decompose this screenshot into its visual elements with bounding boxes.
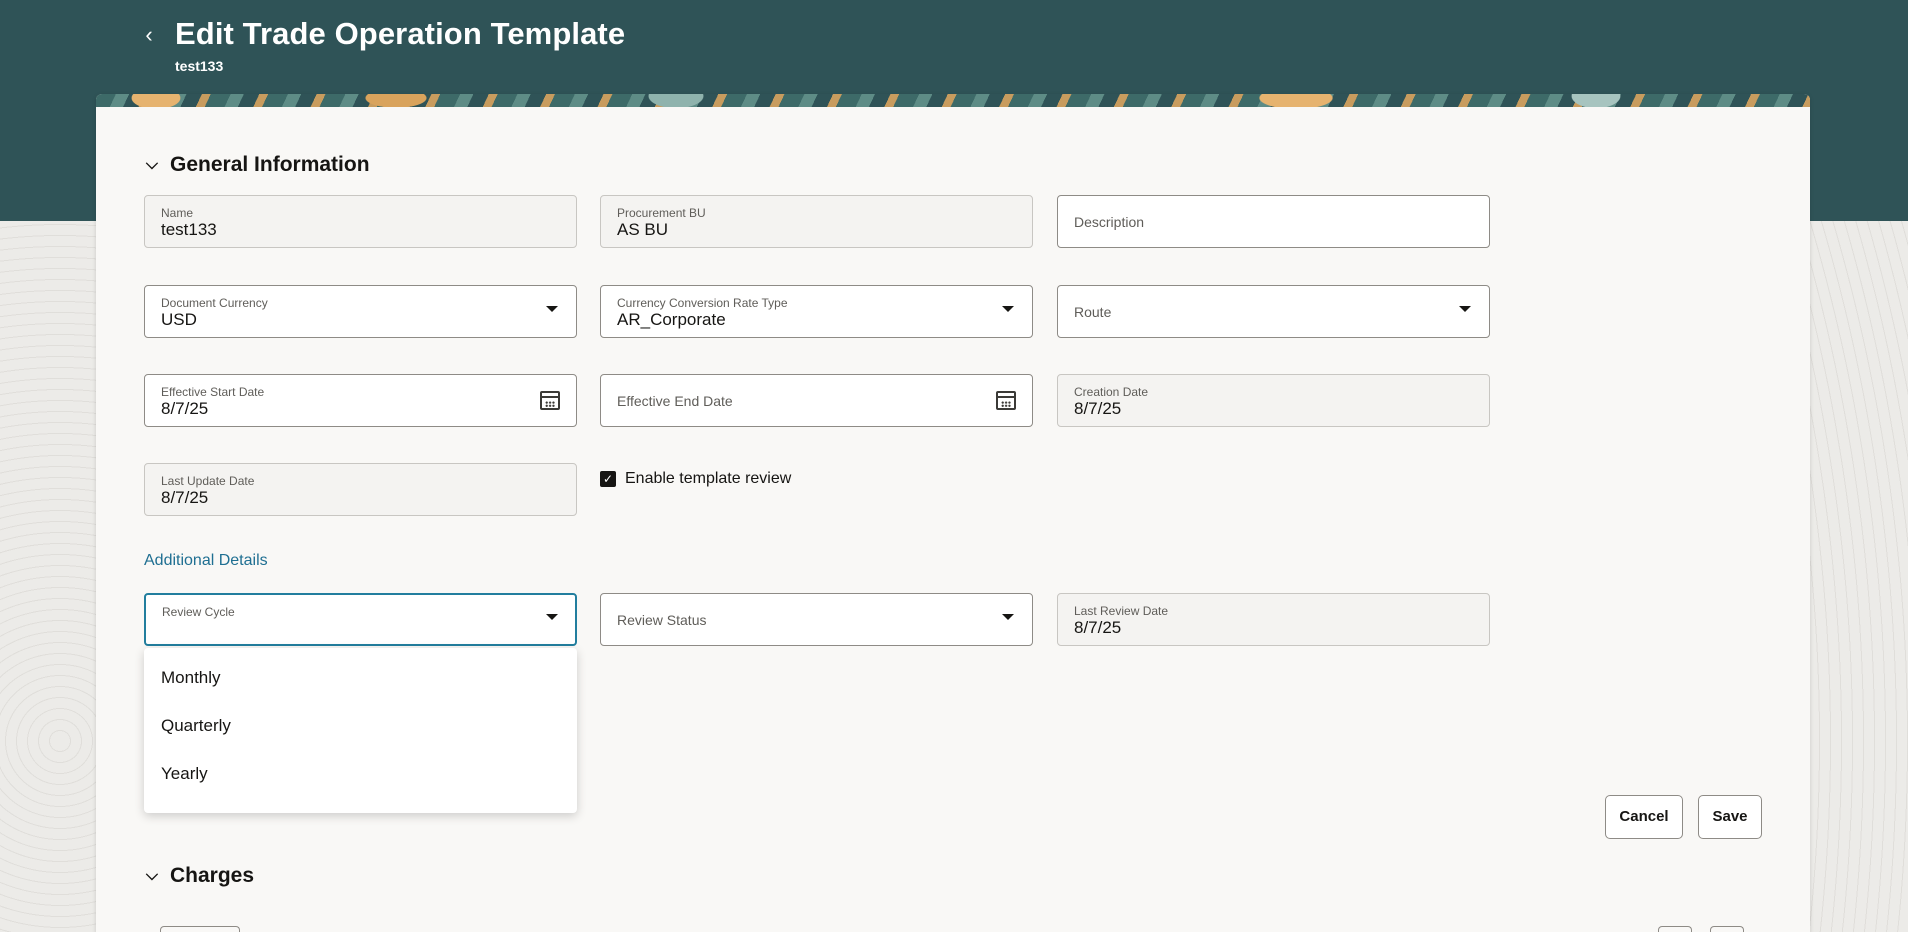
field-label: Last Review Date	[1074, 604, 1169, 618]
field-value: 8/7/25	[1074, 618, 1122, 637]
charges-toolbar-button[interactable]	[160, 926, 240, 932]
procurement-bu-field[interactable]: Procurement BU AS BU	[600, 195, 1033, 248]
field-label: Effective Start Date	[161, 385, 265, 399]
field-label: Last Update Date	[161, 474, 255, 488]
calendar-icon[interactable]	[996, 391, 1016, 410]
caret-down-icon	[546, 306, 558, 312]
field-value: 8/7/25	[161, 488, 209, 507]
document-currency-select[interactable]: Document Currency USD	[144, 285, 577, 338]
caret-down-icon	[546, 614, 558, 620]
caret-down-icon	[1459, 306, 1471, 312]
creation-date-field: Creation Date 8/7/25	[1057, 374, 1490, 427]
field-value: test133	[161, 220, 217, 239]
field-label: Document Currency	[161, 296, 268, 310]
field-label: Creation Date	[1074, 385, 1149, 399]
charges-toolbar-icon-button[interactable]	[1658, 926, 1692, 932]
caret-down-icon	[1002, 306, 1014, 312]
last-update-date-field: Last Update Date 8/7/25	[144, 463, 577, 516]
last-review-date-field: Last Review Date 8/7/25	[1057, 593, 1490, 646]
route-select[interactable]: Route	[1057, 285, 1490, 338]
checkmark-icon[interactable]: ✓	[600, 471, 616, 487]
section-general-information[interactable]: ⌵ General Information	[144, 153, 370, 177]
review-status-select[interactable]: Review Status	[600, 593, 1033, 646]
review-cycle-select[interactable]: Review Cycle	[144, 593, 577, 646]
effective-end-date-field[interactable]: Effective End Date	[600, 374, 1033, 427]
enable-template-review-checkbox[interactable]: ✓ Enable template review	[600, 470, 791, 488]
field-label: Review Cycle	[162, 605, 235, 619]
field-value: USD	[161, 310, 197, 329]
checkbox-label: Enable template review	[625, 470, 792, 487]
name-field[interactable]: Name test133	[144, 195, 577, 248]
field-value: 8/7/25	[1074, 399, 1122, 418]
field-label: Procurement BU	[617, 206, 706, 220]
section-title: Charges	[170, 864, 255, 887]
additional-details-heading[interactable]: Additional Details	[144, 552, 268, 570]
field-label: Name	[161, 206, 194, 220]
page-title: Edit Trade Operation Template	[175, 16, 626, 51]
decorative-banner	[96, 94, 1810, 107]
cancel-button[interactable]: Cancel	[1605, 795, 1683, 839]
field-placeholder: Effective End Date	[617, 393, 733, 409]
field-placeholder: Route	[1074, 304, 1112, 320]
currency-conversion-rate-type-select[interactable]: Currency Conversion Rate Type AR_Corpora…	[600, 285, 1033, 338]
field-label: Currency Conversion Rate Type	[617, 296, 788, 310]
save-button[interactable]: Save	[1698, 795, 1762, 839]
chevron-down-icon: ⌵	[145, 156, 159, 173]
dropdown-option-monthly[interactable]: Monthly	[144, 654, 577, 702]
field-value: AS BU	[617, 220, 669, 239]
dropdown-option-quarterly[interactable]: Quarterly	[144, 702, 577, 750]
dropdown-option-yearly[interactable]: Yearly	[144, 750, 577, 798]
calendar-icon[interactable]	[540, 391, 560, 410]
chevron-down-icon: ⌵	[145, 867, 159, 884]
field-value: AR_Corporate	[617, 310, 726, 329]
caret-down-icon	[1002, 614, 1014, 620]
field-placeholder: Description	[1074, 214, 1145, 230]
field-value: 8/7/25	[161, 399, 209, 418]
review-cycle-dropdown: Monthly Quarterly Yearly	[144, 648, 577, 813]
section-charges[interactable]: ⌵ Charges	[144, 864, 254, 888]
field-placeholder: Review Status	[617, 612, 707, 628]
description-field[interactable]: Description	[1057, 195, 1490, 248]
effective-start-date-field[interactable]: Effective Start Date 8/7/25	[144, 374, 577, 427]
page-subtitle: test133	[175, 58, 224, 74]
section-title: General Information	[170, 153, 370, 176]
back-chevron-left-icon[interactable]: ‹	[136, 22, 162, 48]
charges-toolbar-icon-button[interactable]	[1710, 926, 1744, 932]
